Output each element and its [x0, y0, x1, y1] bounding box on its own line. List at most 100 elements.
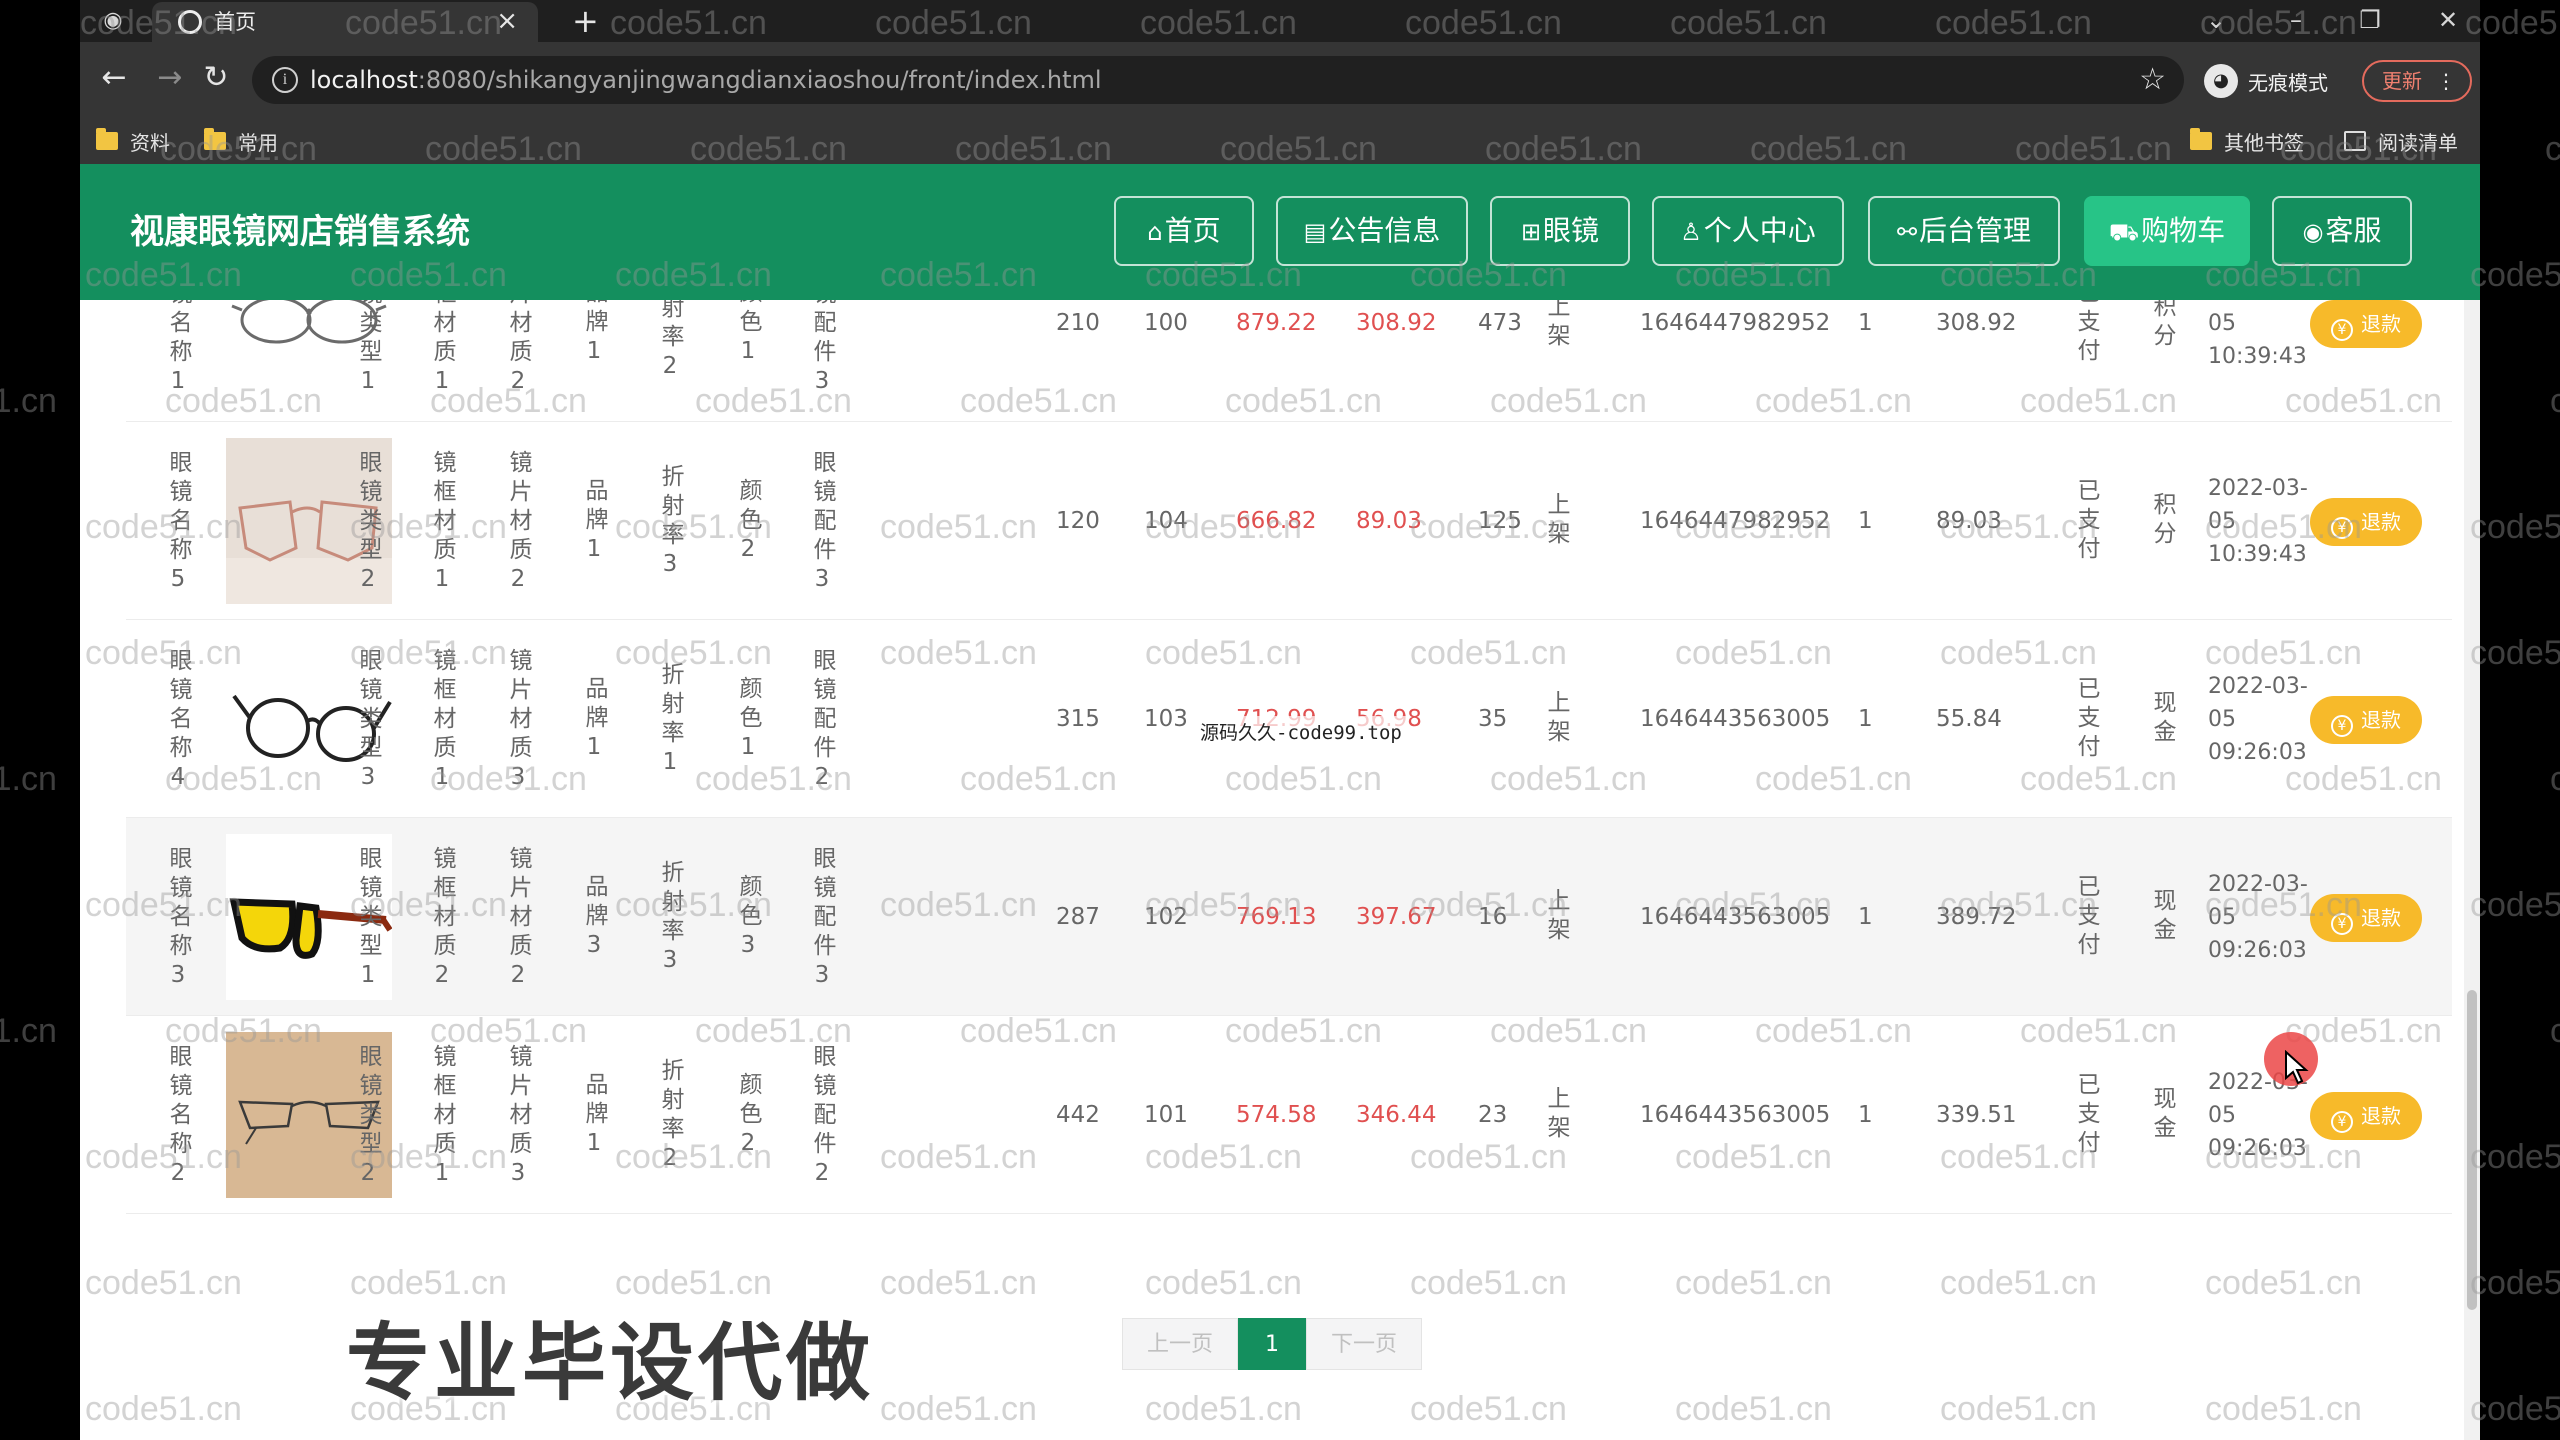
glasses-type: 眼镜类型1 — [355, 846, 381, 994]
watermark-text: code51.cn — [2470, 886, 2560, 924]
watermark-text: code51.cn — [2470, 1390, 2560, 1428]
product-name: 眼镜名称2 — [165, 1044, 191, 1192]
refund-button[interactable]: ¥ 退款 — [2310, 894, 2422, 942]
watermark-text: code51.cn — [2470, 1138, 2560, 1176]
refund-button[interactable]: ¥ 退款 — [2310, 498, 2422, 546]
folder-icon — [204, 128, 226, 150]
forward-icon[interactable]: → — [150, 58, 190, 98]
pagination: 上一页 1 下一页 — [1122, 1318, 1423, 1370]
watermark-text: code51.cn — [2470, 256, 2560, 294]
stock: 473 — [1478, 310, 1522, 336]
refraction-index: 折射率3 — [657, 860, 683, 979]
accessory: 眼镜配件3 — [809, 846, 835, 994]
nav-notices[interactable]: ▤公告信息 — [1276, 196, 1468, 266]
paid-amount: 89.03 — [1936, 508, 2002, 534]
order-row: 眼镜名称2 眼镜类型2 镜框材质1 镜片材质3 品牌1 折射率2 颜色2 眼镜配件2 442 10… — [126, 1016, 2452, 1214]
payment-type: 现金 — [2149, 888, 2175, 946]
scrollbar-thumb[interactable] — [2467, 990, 2477, 1310]
site-title: 视康眼镜网店销售系统 — [130, 212, 470, 252]
back-icon[interactable]: ← — [94, 58, 134, 98]
nav-home[interactable]: ⌂首页 — [1114, 196, 1254, 266]
next-page-button[interactable]: 下一页 — [1306, 1318, 1423, 1370]
site-header: 视康眼镜网店销售系统 ⌂首页 ▤公告信息 ⊞眼镜 ♙个人中心 ⚯后台管理 ⛟购物… — [80, 164, 2480, 300]
bookmark-folder-ziliao[interactable]: 资料 — [96, 128, 170, 155]
more-menu-icon: ⋮ — [2436, 69, 2456, 93]
bookmark-star-icon[interactable]: ☆ — [2139, 63, 2166, 97]
listing-status: 上架 — [1543, 888, 1569, 946]
nav-customer-service[interactable]: ◉客服 — [2272, 196, 2412, 266]
tab-bar: ◉ 首页 × + ⌄ – ❐ ✕ — [80, 0, 2480, 42]
color: 颜色1 — [735, 676, 761, 766]
glasses-type: 眼镜类型3 — [355, 648, 381, 796]
frame-material: 镜框材质1 — [429, 450, 455, 598]
update-button[interactable]: 更新 ⋮ — [2362, 60, 2472, 102]
browser-menu-icon[interactable]: ◉ — [100, 8, 126, 34]
address-bar-row: ← → ↻ i localhost:8080/shikangyanjingwan… — [80, 42, 2480, 118]
quantity: 1 — [1858, 706, 1873, 732]
paid-amount: 55.84 — [1936, 706, 2002, 732]
nav-personal-center[interactable]: ♙个人中心 — [1652, 196, 1844, 266]
grid-icon: ⊞ — [1520, 218, 1542, 246]
user-icon: ♙ — [1680, 218, 1702, 246]
tab-home[interactable]: 首页 × — [152, 2, 538, 42]
value-1: 287 — [1056, 904, 1100, 930]
refund-button[interactable]: ¥ 退款 — [2310, 696, 2422, 744]
folder-icon — [96, 128, 118, 150]
url-input[interactable]: i localhost:8080/shikangyanjingwangdianx… — [252, 56, 2184, 104]
member-price: 89.03 — [1356, 508, 1422, 534]
tab-close-icon[interactable]: × — [496, 6, 518, 36]
quantity: 1 — [1858, 508, 1873, 534]
payment-status: 已支付 — [2073, 874, 2099, 961]
refund-button[interactable]: ¥ 退款 — [2310, 300, 2422, 348]
reading-list-icon — [2344, 131, 2366, 151]
stock: 125 — [1478, 508, 1522, 534]
lens-material: 镜片材质2 — [505, 846, 531, 994]
accessory: 眼镜配件2 — [809, 648, 835, 796]
web-page: 视康眼镜网店销售系统 ⌂首页 ▤公告信息 ⊞眼镜 ♙个人中心 ⚯后台管理 ⛟购物… — [80, 164, 2480, 1440]
brand: 品牌1 — [581, 676, 607, 766]
notice-icon: ▤ — [1303, 218, 1327, 246]
watermark-text: code51.cn — [2550, 382, 2560, 420]
nav-admin[interactable]: ⚯后台管理 — [1868, 196, 2060, 266]
quantity: 1 — [1858, 310, 1873, 336]
order-number: 1646443563005 — [1640, 1102, 1831, 1128]
incognito-indicator[interactable]: ◕ 无痕模式 — [2204, 62, 2328, 100]
url-text: localhost:8080/shikangyanjingwangdianxia… — [310, 66, 1102, 94]
mouse-cursor-icon — [2285, 1050, 2309, 1085]
order-time: 2022-03-05 09:26:03 — [2208, 872, 2308, 963]
refund-button[interactable]: ¥ 退款 — [2310, 1092, 2422, 1140]
prev-page-button[interactable]: 上一页 — [1122, 1318, 1239, 1370]
reload-icon[interactable]: ↻ — [196, 58, 236, 98]
bookmark-folder-changyong[interactable]: 常用 — [204, 128, 278, 155]
value-1: 120 — [1056, 508, 1100, 534]
paid-amount: 308.92 — [1936, 310, 2017, 336]
other-bookmarks[interactable]: 其他书签 — [2190, 128, 2304, 155]
color: 颜色2 — [735, 1072, 761, 1162]
folder-icon — [2190, 128, 2212, 150]
payment-type: 积分 — [2149, 492, 2175, 550]
payment-type: 现金 — [2149, 1086, 2175, 1144]
original-price: 769.13 — [1236, 904, 1317, 930]
minimize-icon[interactable]: – — [2276, 2, 2316, 38]
glasses-type: 眼镜类型2 — [355, 1044, 381, 1192]
page-scrollbar[interactable] — [2464, 300, 2480, 1440]
bookmarks-bar: 资料 常用 其他书签 阅读清单 — [80, 118, 2480, 164]
order-number: 1646447982952 — [1640, 310, 1831, 336]
close-window-icon[interactable]: ✕ — [2428, 2, 2468, 38]
tab-favicon-icon — [178, 10, 202, 34]
chat-icon: ◉ — [2302, 218, 2324, 246]
incognito-icon: ◕ — [2204, 64, 2238, 98]
watermark-text: code51.cn — [2470, 634, 2560, 672]
reading-list[interactable]: 阅读清单 — [2344, 128, 2458, 155]
site-info-icon[interactable]: i — [272, 67, 298, 93]
new-tab-icon[interactable]: + — [572, 4, 599, 38]
source-note: 源码久久-code99.top — [1196, 716, 1406, 747]
page-number-button[interactable]: 1 — [1238, 1318, 1307, 1370]
paid-amount: 389.72 — [1936, 904, 2017, 930]
restore-icon[interactable]: ❐ — [2350, 2, 2390, 38]
color: 颜色3 — [735, 874, 761, 964]
nav-cart[interactable]: ⛟购物车 — [2084, 196, 2250, 266]
tab-search-icon[interactable]: ⌄ — [2196, 2, 2236, 38]
value-1: 442 — [1056, 1102, 1100, 1128]
nav-glasses[interactable]: ⊞眼镜 — [1490, 196, 1630, 266]
